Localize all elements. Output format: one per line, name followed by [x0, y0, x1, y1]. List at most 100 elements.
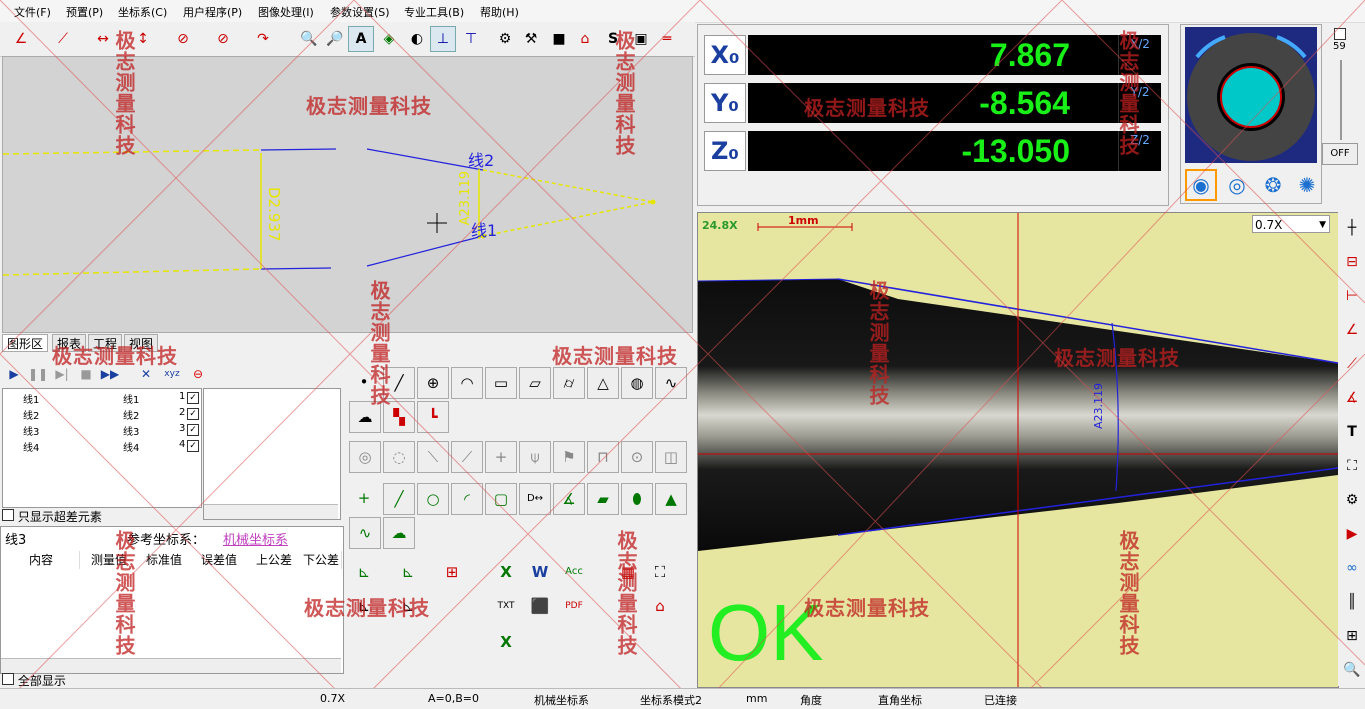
height-measure-icon[interactable]: ⊢ [1340, 284, 1364, 308]
home-icon[interactable]: ⌂ [645, 591, 675, 621]
text-icon[interactable]: T [1340, 420, 1364, 444]
circle-icon[interactable]: ⊕ [417, 367, 449, 399]
grid-icon[interactable]: ⊞ [1340, 624, 1364, 648]
diag-measure-icon[interactable]: ⟋ [1340, 352, 1364, 376]
construct-rect-icon[interactable]: ▢ [485, 483, 517, 515]
angle-measure-icon[interactable]: ∠ [1340, 318, 1364, 342]
origin-icon[interactable]: ⊾ [349, 557, 379, 587]
settings-icon[interactable]: ⚒ [518, 26, 544, 52]
align-icon[interactable]: ═ [654, 26, 680, 52]
rotate-coord-icon[interactable]: ⊾ [393, 557, 423, 587]
construct-line-icon[interactable]: ╱ [383, 483, 415, 515]
measure-tool-icon[interactable]: ◐ [404, 26, 430, 52]
horizontal-scrollbar[interactable] [1, 658, 341, 673]
light-mode-quad-icon[interactable]: ✺ [1293, 171, 1321, 199]
element-checkbox[interactable]: ✓ [187, 440, 199, 452]
light-mode-double-ring-icon[interactable]: ◎ [1223, 171, 1251, 199]
list-item[interactable]: 线1 线1 1 ✓ [3, 391, 199, 406]
tab-graphics[interactable]: 图形区 [2, 334, 49, 352]
list-item[interactable]: 线4 线4 4 ✓ [3, 439, 199, 454]
zoom-in-icon[interactable]: 🔍 [296, 26, 322, 52]
text-tool-icon[interactable]: A [348, 26, 374, 52]
menu-user-program[interactable]: 用户程序(P) [183, 4, 242, 20]
cylinder-icon[interactable]: ⌭ [553, 367, 585, 399]
only-out-of-tol-checkbox[interactable] [2, 509, 14, 521]
ring-icon[interactable]: ◌ [383, 441, 415, 473]
zoom-icon[interactable]: 🔍 [1340, 658, 1364, 682]
eraser-icon[interactable]: ⌂ [572, 26, 598, 52]
width-measure-icon[interactable]: ⊟ [1340, 250, 1364, 274]
menu-help[interactable]: 帮助(H) [480, 4, 519, 20]
excel-template-icon[interactable]: X [491, 627, 521, 657]
pdf-export-icon[interactable]: PDF [559, 591, 589, 621]
axis-tool-icon[interactable]: ⊥ [430, 26, 456, 52]
light-enable-checkbox[interactable] [1334, 28, 1346, 40]
only-out-of-tol-option[interactable]: 只显示超差元素 [2, 508, 102, 525]
angle-tool-icon[interactable]: ∠ [8, 26, 34, 52]
construct-cone-icon[interactable]: ▲ [655, 483, 687, 515]
rectangle-icon[interactable]: ▭ [485, 367, 517, 399]
menu-preset[interactable]: 预置(P) [66, 4, 103, 20]
construct-plane-icon[interactable]: ▰ [587, 483, 619, 515]
construct-angle-icon[interactable]: ∡ [553, 483, 585, 515]
save-coord-icon[interactable]: ⊞ [437, 557, 467, 587]
concentric-icon[interactable]: ◎ [349, 441, 381, 473]
crosshair-icon[interactable]: ┼ [1340, 216, 1364, 240]
construct-cylinder-icon[interactable]: ⬮ [621, 483, 653, 515]
menu-file[interactable]: 文件(F) [14, 4, 51, 20]
plane-icon[interactable]: ▱ [519, 367, 551, 399]
probe-icon[interactable]: ⍦ [519, 441, 551, 473]
list-item[interactable]: 线2 线2 2 ✓ [3, 407, 199, 422]
box-icon[interactable]: ◫ [655, 441, 687, 473]
profile-icon[interactable]: ⊓ [587, 441, 619, 473]
menu-coordinate[interactable]: 坐标系(C) [118, 4, 167, 20]
arc-icon[interactable]: ◠ [451, 367, 483, 399]
angle-measure2-icon[interactable]: ∡ [1340, 386, 1364, 410]
element-checkbox[interactable]: ✓ [187, 392, 199, 404]
menu-params[interactable]: 参数设置(S) [330, 4, 390, 20]
distance-icon[interactable]: D↔ [519, 483, 551, 515]
show-all-checkbox[interactable] [2, 673, 14, 685]
light-ring-display[interactable] [1185, 27, 1317, 163]
curve-icon[interactable]: ∿ [655, 367, 687, 399]
barcode-icon[interactable]: ║ [1340, 590, 1364, 614]
play-icon[interactable]: ▶ [4, 364, 24, 384]
txt-export-icon[interactable]: TXT [491, 591, 521, 621]
show-all-option[interactable]: 全部显示 [2, 672, 66, 689]
light-mode-segment-icon[interactable]: ❂ [1259, 171, 1287, 199]
crosshair-icon[interactable]: + [485, 441, 517, 473]
intersect-icon[interactable]: ⟋ [451, 441, 483, 473]
list-item[interactable]: 线3 线3 3 ✓ [3, 423, 199, 438]
menu-pro-tools[interactable]: 专业工具(B) [404, 4, 464, 20]
construct-curve-icon[interactable]: ∿ [349, 517, 381, 549]
camera-view[interactable]: 24.8X 1mm 0.7X ▼ A23.119 OK [697, 212, 1339, 688]
menu-image-processing[interactable]: 图像处理(I) [258, 4, 314, 20]
cone-icon[interactable]: △ [587, 367, 619, 399]
construct-contour-icon[interactable]: ☁ [383, 517, 415, 549]
sphere-icon[interactable]: ◍ [621, 367, 653, 399]
light-slider[interactable] [1340, 60, 1342, 140]
light-mode-ring-icon[interactable]: ◉ [1185, 169, 1217, 201]
delete-icon[interactable]: ⊖ [188, 364, 208, 384]
construct-circle-icon[interactable]: ○ [417, 483, 449, 515]
settings-icon[interactable]: ⚙ [1340, 488, 1364, 512]
fill-icon[interactable]: ■ [546, 26, 572, 52]
zoom-select[interactable]: 0.7X ▼ [1252, 215, 1330, 233]
fullscreen-icon[interactable]: ⛶ [1340, 454, 1364, 478]
word-export-icon[interactable]: W [525, 557, 555, 587]
xy-axis-icon[interactable]: ⊤ [458, 26, 484, 52]
gear-icon[interactable]: ⚙ [492, 26, 518, 52]
arc-arrow-icon[interactable]: ↷ [250, 26, 276, 52]
construct-point-icon[interactable]: + [349, 483, 379, 513]
center-point-icon[interactable]: ⊙ [621, 441, 653, 473]
record-icon[interactable]: ▶ [1340, 522, 1364, 546]
zoom-out-icon[interactable]: 🔎 [322, 26, 348, 52]
excel-export-icon[interactable]: X [491, 557, 521, 587]
layer-icon[interactable]: ◈ [376, 26, 402, 52]
circle-slash-icon[interactable]: ⊘ [210, 26, 236, 52]
access-export-icon[interactable]: Acc [559, 557, 589, 587]
line-tool-icon[interactable]: ⟋ [50, 26, 76, 52]
midpoint-icon[interactable]: ⟍ [417, 441, 449, 473]
ref-coord-link[interactable]: 机械坐标系 [223, 529, 288, 548]
flag-icon[interactable]: ⚑ [553, 441, 585, 473]
